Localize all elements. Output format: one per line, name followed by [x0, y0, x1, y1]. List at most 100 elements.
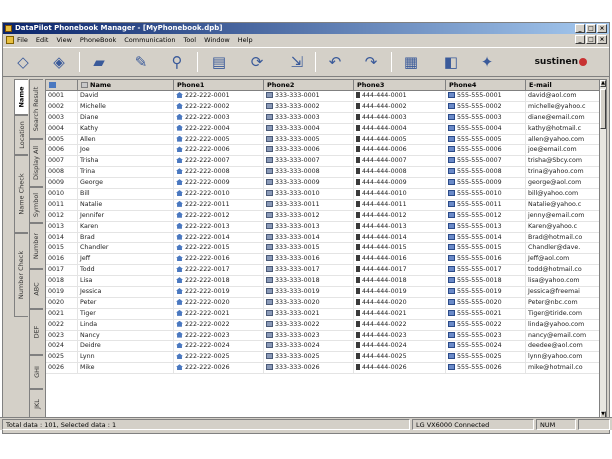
cell-phone4[interactable]: 555-555-0017	[446, 265, 526, 277]
search-icon[interactable]: ⚲	[165, 51, 189, 73]
cell-index[interactable]: 0019	[46, 287, 78, 298]
cell-phone3[interactable]: 444-444-0005	[354, 134, 446, 146]
cell-name[interactable]: Bill	[78, 189, 174, 200]
cell-phone3[interactable]: 444-444-0016	[354, 254, 446, 266]
table-row[interactable]: 0025 Lynn 222-222-0025 333-333-0025 444-444-…	[46, 352, 601, 364]
cell-index[interactable]: 0001	[46, 91, 78, 102]
cell-phone2[interactable]: 333-333-0004	[264, 123, 354, 135]
cell-phone3[interactable]: 444-444-0004	[354, 123, 446, 135]
cell-phone1[interactable]: 222-222-0014	[174, 232, 264, 244]
cell-phone1[interactable]: 222-222-0012	[174, 210, 264, 222]
cell-phone2[interactable]: 333-333-0003	[264, 112, 354, 124]
cell-phone2[interactable]: 333-333-0014	[264, 232, 354, 244]
cell-phone1[interactable]: 222-222-0002	[174, 101, 264, 113]
menu-phonebook[interactable]: PhoneBook	[80, 36, 116, 44]
cell-name[interactable]: George	[78, 178, 174, 190]
close-button[interactable]: ×	[597, 24, 607, 33]
cell-index[interactable]: 0022	[46, 319, 78, 331]
table-row[interactable]: 0002 Michelle 222-222-0002 333-333-0002 444-…	[46, 101, 601, 113]
tab-def[interactable]: DEF	[29, 309, 43, 355]
send-icon[interactable]: ◧	[439, 51, 463, 73]
cell-email[interactable]: Peter@nbc.com	[526, 297, 601, 309]
cell-phone3[interactable]: 444-444-0026	[354, 363, 446, 375]
cell-name[interactable]: Karen	[78, 221, 174, 233]
cell-phone3[interactable]: 444-444-0023	[354, 330, 446, 342]
cell-phone2[interactable]: 333-333-0012	[264, 210, 354, 222]
cell-email[interactable]: trisha@Sbcy.com	[526, 156, 601, 168]
cell-email[interactable]: lynn@yahoo.com	[526, 352, 601, 364]
cell-email[interactable]: george@aol.com	[526, 178, 601, 190]
cell-phone2[interactable]: 333-333-0008	[264, 167, 354, 179]
cell-phone2[interactable]: 333-333-0007	[264, 156, 354, 168]
cell-index[interactable]: 0021	[46, 308, 78, 320]
cell-phone2[interactable]: 333-333-0022	[264, 319, 354, 331]
cell-index[interactable]: 0006	[46, 145, 78, 157]
tab-name-check[interactable]: Name Check	[14, 155, 28, 233]
cell-phone2[interactable]: 333-333-0023	[264, 330, 354, 342]
table-row[interactable]: 0026 Mike 222-222-0026 333-333-0026 444-444-…	[46, 363, 601, 375]
cell-index[interactable]: 0010	[46, 189, 78, 200]
cell-name[interactable]: Mike	[78, 363, 174, 375]
cell-name[interactable]: Chandler	[78, 243, 174, 255]
cell-name[interactable]: Jennifer	[78, 210, 174, 222]
cell-phone3[interactable]: 444-444-0006	[354, 145, 446, 157]
cell-phone3[interactable]: 444-444-0001	[354, 91, 446, 102]
cell-index[interactable]: 0004	[46, 123, 78, 135]
cell-index[interactable]: 0016	[46, 254, 78, 266]
vertical-scrollbar[interactable]: ▲ ▼	[599, 80, 606, 418]
table-row[interactable]: 0021 Tiger 222-222-0021 333-333-0021 444-444…	[46, 308, 601, 320]
cell-phone4[interactable]: 555-555-0004	[446, 123, 526, 135]
cell-phone2[interactable]: 333-333-0001	[264, 91, 354, 102]
cell-email[interactable]: Brad@hotmail.co	[526, 232, 601, 244]
cell-index[interactable]: 0015	[46, 243, 78, 255]
cell-phone1[interactable]: 222-222-0013	[174, 221, 264, 233]
child-close-button[interactable]: ×	[597, 35, 607, 44]
cell-name[interactable]: Todd	[78, 265, 174, 277]
tab-location[interactable]: Location	[14, 115, 28, 155]
table-row[interactable]: 0001 David 222-222-0001 333-333-0001 444-444…	[46, 91, 601, 102]
cell-index[interactable]: 0017	[46, 265, 78, 277]
cell-phone2[interactable]: 333-333-0024	[264, 341, 354, 353]
table-row[interactable]: 0008 Trina 222-222-0008 333-333-0008 444-444…	[46, 167, 601, 179]
cell-phone1[interactable]: 222-222-0006	[174, 145, 264, 157]
tab-number-check[interactable]: Number Check	[14, 233, 28, 317]
cell-email[interactable]: diane@email.com	[526, 112, 601, 124]
column-header-phone2[interactable]: Phone2	[264, 80, 354, 91]
cell-phone1[interactable]: 222-222-0003	[174, 112, 264, 124]
cell-phone3[interactable]: 444-444-0008	[354, 167, 446, 179]
table-row[interactable]: 0015 Chandler 222-222-0015 333-333-0015 444-…	[46, 243, 601, 255]
table-row[interactable]: 0010 Bill 222-222-0010 333-333-0010 444-444-…	[46, 189, 601, 200]
cell-name[interactable]: Natalie	[78, 199, 174, 211]
table-row[interactable]: 0013 Karen 222-222-0013 333-333-0013 444-444…	[46, 221, 601, 233]
table-row[interactable]: 0006 Joe 222-222-0006 333-333-0006 444-444-0…	[46, 145, 601, 157]
cell-phone1[interactable]: 222-222-0009	[174, 178, 264, 190]
cell-phone2[interactable]: 333-333-0018	[264, 276, 354, 288]
cell-name[interactable]: Kathy	[78, 123, 174, 135]
cell-phone2[interactable]: 333-333-0025	[264, 352, 354, 364]
cell-phone2[interactable]: 333-333-0026	[264, 363, 354, 375]
cell-phone3[interactable]: 444-444-0002	[354, 101, 446, 113]
table-row[interactable]: 0017 Todd 222-222-0017 333-333-0017 444-444-…	[46, 265, 601, 277]
cell-name[interactable]: Nancy	[78, 330, 174, 342]
cell-phone2[interactable]: 333-333-0006	[264, 145, 354, 157]
cell-index[interactable]: 0023	[46, 330, 78, 342]
tab-number[interactable]: Number	[29, 223, 43, 269]
connect-icon[interactable]: ◇	[11, 51, 35, 73]
cell-phone3[interactable]: 444-444-0015	[354, 243, 446, 255]
child-minimize-button[interactable]: _	[575, 35, 585, 44]
table-row[interactable]: 0012 Jennifer 222-222-0012 333-333-0012 444-…	[46, 210, 601, 222]
cell-name[interactable]: Diane	[78, 112, 174, 124]
cell-name[interactable]: Brad	[78, 232, 174, 244]
cell-phone1[interactable]: 222-222-0005	[174, 134, 264, 146]
cell-phone1[interactable]: 222-222-0008	[174, 167, 264, 179]
table-row[interactable]: 0004 Kathy 222-222-0004 333-333-0004 444-444…	[46, 123, 601, 135]
backup-icon[interactable]: ▦	[399, 51, 423, 73]
tab-jkl[interactable]: JKL	[29, 389, 43, 419]
table-row[interactable]: 0005 Allen 222-222-0005 333-333-0005 444-444…	[46, 134, 601, 146]
cell-phone4[interactable]: 555-555-0003	[446, 112, 526, 124]
cell-phone1[interactable]: 222-222-0022	[174, 319, 264, 331]
cell-index[interactable]: 0005	[46, 134, 78, 146]
cell-email[interactable]: Chandler@dave.	[526, 243, 601, 255]
cell-phone2[interactable]: 333-333-0011	[264, 199, 354, 211]
cell-index[interactable]: 0025	[46, 352, 78, 364]
